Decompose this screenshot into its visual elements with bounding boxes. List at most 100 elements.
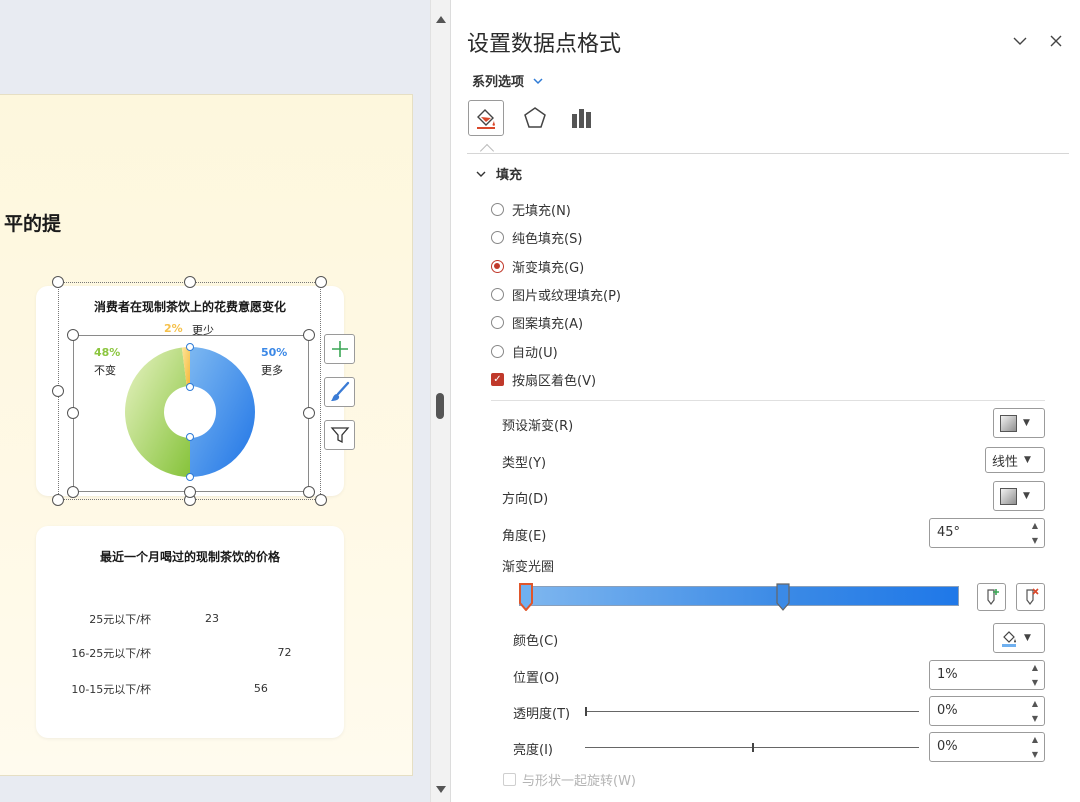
fill-option-gradient-radio[interactable] — [491, 260, 504, 273]
format-data-point-pane: 设置数据点格式 系列选项 填充 无填充(N) 纯色填充(S) 渐变填充(G) 图… — [450, 0, 1080, 802]
spin-up-icon[interactable]: ▲ — [1032, 521, 1038, 530]
brightness-label: 亮度(I) — [513, 743, 553, 758]
position-value: 1% — [937, 667, 958, 682]
type-dropdown[interactable]: 线性 ▼ — [985, 447, 1045, 473]
direction-dropdown[interactable]: ▼ — [993, 481, 1045, 511]
chevron-down-icon: ▼ — [1024, 633, 1031, 643]
fill-option-solid-radio[interactable] — [491, 231, 504, 244]
plot-handle-r[interactable] — [303, 407, 315, 419]
fill-option-solid[interactable]: 纯色填充(S) — [491, 228, 582, 247]
spin-down-icon[interactable]: ▼ — [1032, 714, 1038, 723]
spin-down-icon[interactable]: ▼ — [1032, 536, 1038, 545]
fill-option-solid-label: 纯色填充(S) — [512, 232, 583, 247]
fill-option-automatic-label: 自动(U) — [512, 346, 558, 361]
fill-option-none-radio[interactable] — [491, 203, 504, 216]
brightness-value: 0% — [937, 739, 958, 754]
tab-series-options[interactable] — [564, 100, 600, 136]
bar-category-label[interactable]: 10-15元以下/杯 — [71, 681, 151, 697]
bar-value-label[interactable]: 56 — [254, 682, 268, 695]
plot-handle-l[interactable] — [67, 407, 79, 419]
resize-handle-tr[interactable] — [315, 276, 327, 288]
resize-handle-tl[interactable] — [52, 276, 64, 288]
type-label: 类型(Y) — [502, 456, 547, 471]
angle-label: 角度(E) — [502, 529, 547, 544]
slide-canvas: 平的提 消费者在现制茶饮上的花费意愿变化 2% 更少 48% 不变 50% 更多… — [0, 0, 430, 802]
fill-option-none[interactable]: 无填充(N) — [491, 200, 571, 219]
vary-colors-checkbox[interactable]: ✓ — [491, 373, 504, 386]
bar-chart-card[interactable]: 最近一个月喝过的现制茶饮的价格 — [36, 526, 344, 738]
close-icon[interactable] — [1047, 32, 1065, 50]
rotate-with-shape-checkbox[interactable] — [503, 773, 516, 786]
add-gradient-stop-button[interactable] — [977, 583, 1006, 611]
resize-handle-t[interactable] — [184, 276, 196, 288]
fill-option-gradient[interactable]: 渐变填充(G) — [491, 257, 584, 276]
remove-gradient-stop-button[interactable] — [1016, 583, 1045, 611]
chart-filters-button[interactable] — [324, 420, 355, 450]
plot-handle-b[interactable] — [184, 486, 196, 498]
tab-divider — [467, 153, 1069, 154]
series-options-dropdown[interactable]: 系列选项 — [472, 71, 544, 90]
chevron-down-icon — [533, 77, 543, 84]
fill-option-automatic[interactable]: 自动(U) — [491, 342, 558, 361]
point-handle-inner-bottom[interactable] — [186, 433, 194, 441]
direction-label: 方向(D) — [502, 492, 549, 507]
slide-title[interactable]: 平的提 — [4, 209, 61, 236]
spin-down-icon[interactable]: ▼ — [1032, 750, 1038, 759]
scroll-up-arrow-icon[interactable] — [436, 16, 446, 23]
tab-effects[interactable] — [517, 100, 553, 136]
remove-stop-icon — [1025, 588, 1039, 605]
canvas-scrollbar[interactable] — [430, 0, 450, 802]
gradient-stop-2[interactable] — [776, 583, 790, 611]
scrollbar-thumb[interactable] — [436, 393, 444, 419]
spin-up-icon[interactable]: ▲ — [1032, 699, 1038, 708]
fill-option-automatic-radio[interactable] — [491, 345, 504, 358]
plot-handle-br[interactable] — [303, 486, 315, 498]
gradient-stops-bar[interactable] — [519, 586, 959, 606]
point-handle-outer-top[interactable] — [186, 343, 194, 351]
resize-handle-l[interactable] — [52, 385, 64, 397]
chart-elements-button[interactable] — [324, 334, 355, 364]
plot-handle-tr[interactable] — [303, 329, 315, 341]
transparency-slider[interactable] — [585, 711, 919, 712]
chevron-down-icon[interactable] — [1011, 32, 1029, 50]
plot-area-selection-frame[interactable] — [73, 335, 309, 492]
tab-fill-line[interactable] — [468, 100, 504, 136]
spin-down-icon[interactable]: ▼ — [1032, 678, 1038, 687]
bar-chart-title[interactable]: 最近一个月喝过的现制茶饮的价格 — [36, 548, 344, 565]
add-stop-icon — [986, 589, 999, 605]
preset-gradient-dropdown[interactable]: ▼ — [993, 408, 1045, 438]
bar-chart-icon — [572, 109, 591, 128]
fill-option-pattern-radio[interactable] — [491, 316, 504, 329]
series-options-label: 系列选项 — [472, 75, 525, 90]
spin-up-icon[interactable]: ▲ — [1032, 663, 1038, 672]
brightness-slider-thumb[interactable] — [752, 743, 754, 752]
vary-colors-by-slice[interactable]: ✓ 按扇区着色(V) — [491, 370, 596, 389]
bar-value-label[interactable]: 72 — [278, 646, 292, 659]
point-handle-inner-top[interactable] — [186, 383, 194, 391]
resize-handle-bl[interactable] — [52, 494, 64, 506]
position-spinner[interactable]: 1% ▲ ▼ — [929, 660, 1045, 690]
rotate-with-shape[interactable]: 与形状一起旋转(W) — [503, 770, 636, 789]
gradient-stop-1[interactable] — [519, 583, 533, 611]
bar-category-label[interactable]: 25元以下/杯 — [89, 611, 151, 627]
angle-spinner[interactable]: 45° ▲ ▼ — [929, 518, 1045, 548]
plot-handle-tl[interactable] — [67, 329, 79, 341]
chart-styles-button[interactable] — [324, 377, 355, 407]
color-dropdown[interactable]: ▼ — [993, 623, 1045, 653]
resize-handle-br[interactable] — [315, 494, 327, 506]
fill-option-picture-radio[interactable] — [491, 288, 504, 301]
transparency-spinner[interactable]: 0% ▲ ▼ — [929, 696, 1045, 726]
fill-section-header[interactable]: 填充 — [476, 164, 522, 183]
plot-handle-bl[interactable] — [67, 486, 79, 498]
spin-up-icon[interactable]: ▲ — [1032, 735, 1038, 744]
paintbrush-icon — [330, 381, 349, 401]
fill-option-picture[interactable]: 图片或纹理填充(P) — [491, 285, 621, 304]
bar-value-label[interactable]: 23 — [205, 612, 219, 625]
bar-category-label[interactable]: 16-25元以下/杯 — [71, 645, 151, 661]
transparency-slider-thumb[interactable] — [585, 707, 587, 716]
brightness-spinner[interactable]: 0% ▲ ▼ — [929, 732, 1045, 762]
fill-option-pattern[interactable]: 图案填充(A) — [491, 313, 583, 332]
fill-section-label: 填充 — [496, 168, 523, 183]
point-handle-outer-bottom[interactable] — [186, 473, 194, 481]
scroll-down-arrow-icon[interactable] — [436, 786, 446, 793]
